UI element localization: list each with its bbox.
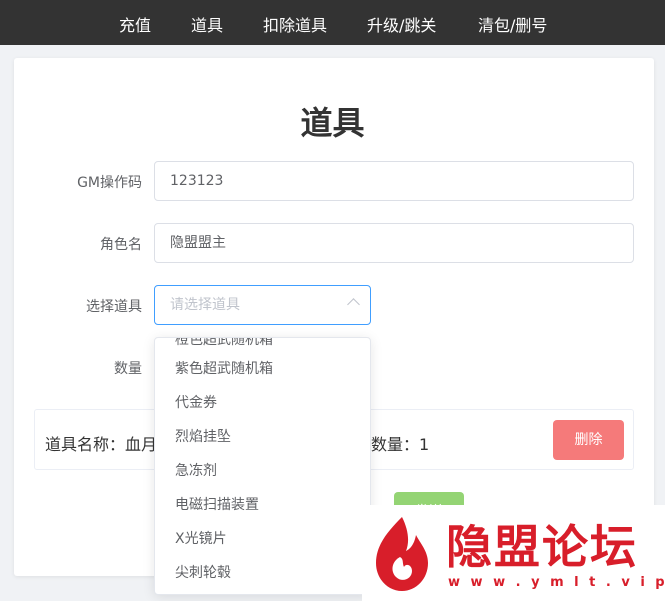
top-navigation: 充值 道具 扣除道具 升级/跳关 清包/删号 <box>0 0 665 45</box>
item-select[interactable]: 请选择道具 <box>154 285 371 325</box>
chevron-up-icon <box>347 298 360 311</box>
item-name-text: 道具名称：血月 <box>45 435 158 454</box>
dropdown-option[interactable]: 紫色超武随机箱 <box>155 352 370 386</box>
quantity-label: 数量 <box>114 361 142 377</box>
nav-clear-delete[interactable]: 清包/删号 <box>478 12 547 36</box>
item-qty-text: 数量：1 <box>371 435 430 454</box>
dropdown-option[interactable]: 急冻剂 <box>155 454 370 488</box>
dropdown-option[interactable]: 尖刺轮毂 <box>155 556 370 590</box>
watermark-url: w w w . y m l t . v i p <box>448 575 665 590</box>
gm-code-label: GM操作码 <box>77 175 142 191</box>
watermark: 隐盟论坛 w w w . y m l t . v i p <box>362 505 665 601</box>
flame-logo-icon <box>376 517 428 591</box>
nav-items[interactable]: 道具 <box>191 12 223 36</box>
nav-level-skip[interactable]: 升级/跳关 <box>367 12 436 36</box>
item-dropdown-menu: 橙色超武随机箱 紫色超武随机箱 代金券 烈焰挂坠 急冻剂 电磁扫描装置 X光镜片… <box>154 337 371 595</box>
nav-deduct-items[interactable]: 扣除道具 <box>263 12 327 36</box>
item-select-label: 选择道具 <box>86 299 142 315</box>
dropdown-option[interactable]: X光镜片 <box>155 522 370 556</box>
nav-recharge[interactable]: 充值 <box>119 12 151 36</box>
role-name-label: 角色名 <box>100 237 142 253</box>
watermark-title: 隐盟论坛 <box>446 520 638 574</box>
page-title: 道具 <box>300 104 365 142</box>
dropdown-option[interactable]: 电磁扫描装置 <box>155 488 370 522</box>
role-name-input[interactable]: 隐盟盟主 <box>154 223 634 263</box>
item-select-placeholder: 请选择道具 <box>170 297 240 313</box>
dropdown-option[interactable]: 烈焰挂坠 <box>155 420 370 454</box>
delete-button[interactable]: 删除 <box>553 420 624 460</box>
gm-code-input[interactable]: 123123 <box>154 161 634 201</box>
dropdown-option[interactable]: 代金券 <box>155 386 370 420</box>
